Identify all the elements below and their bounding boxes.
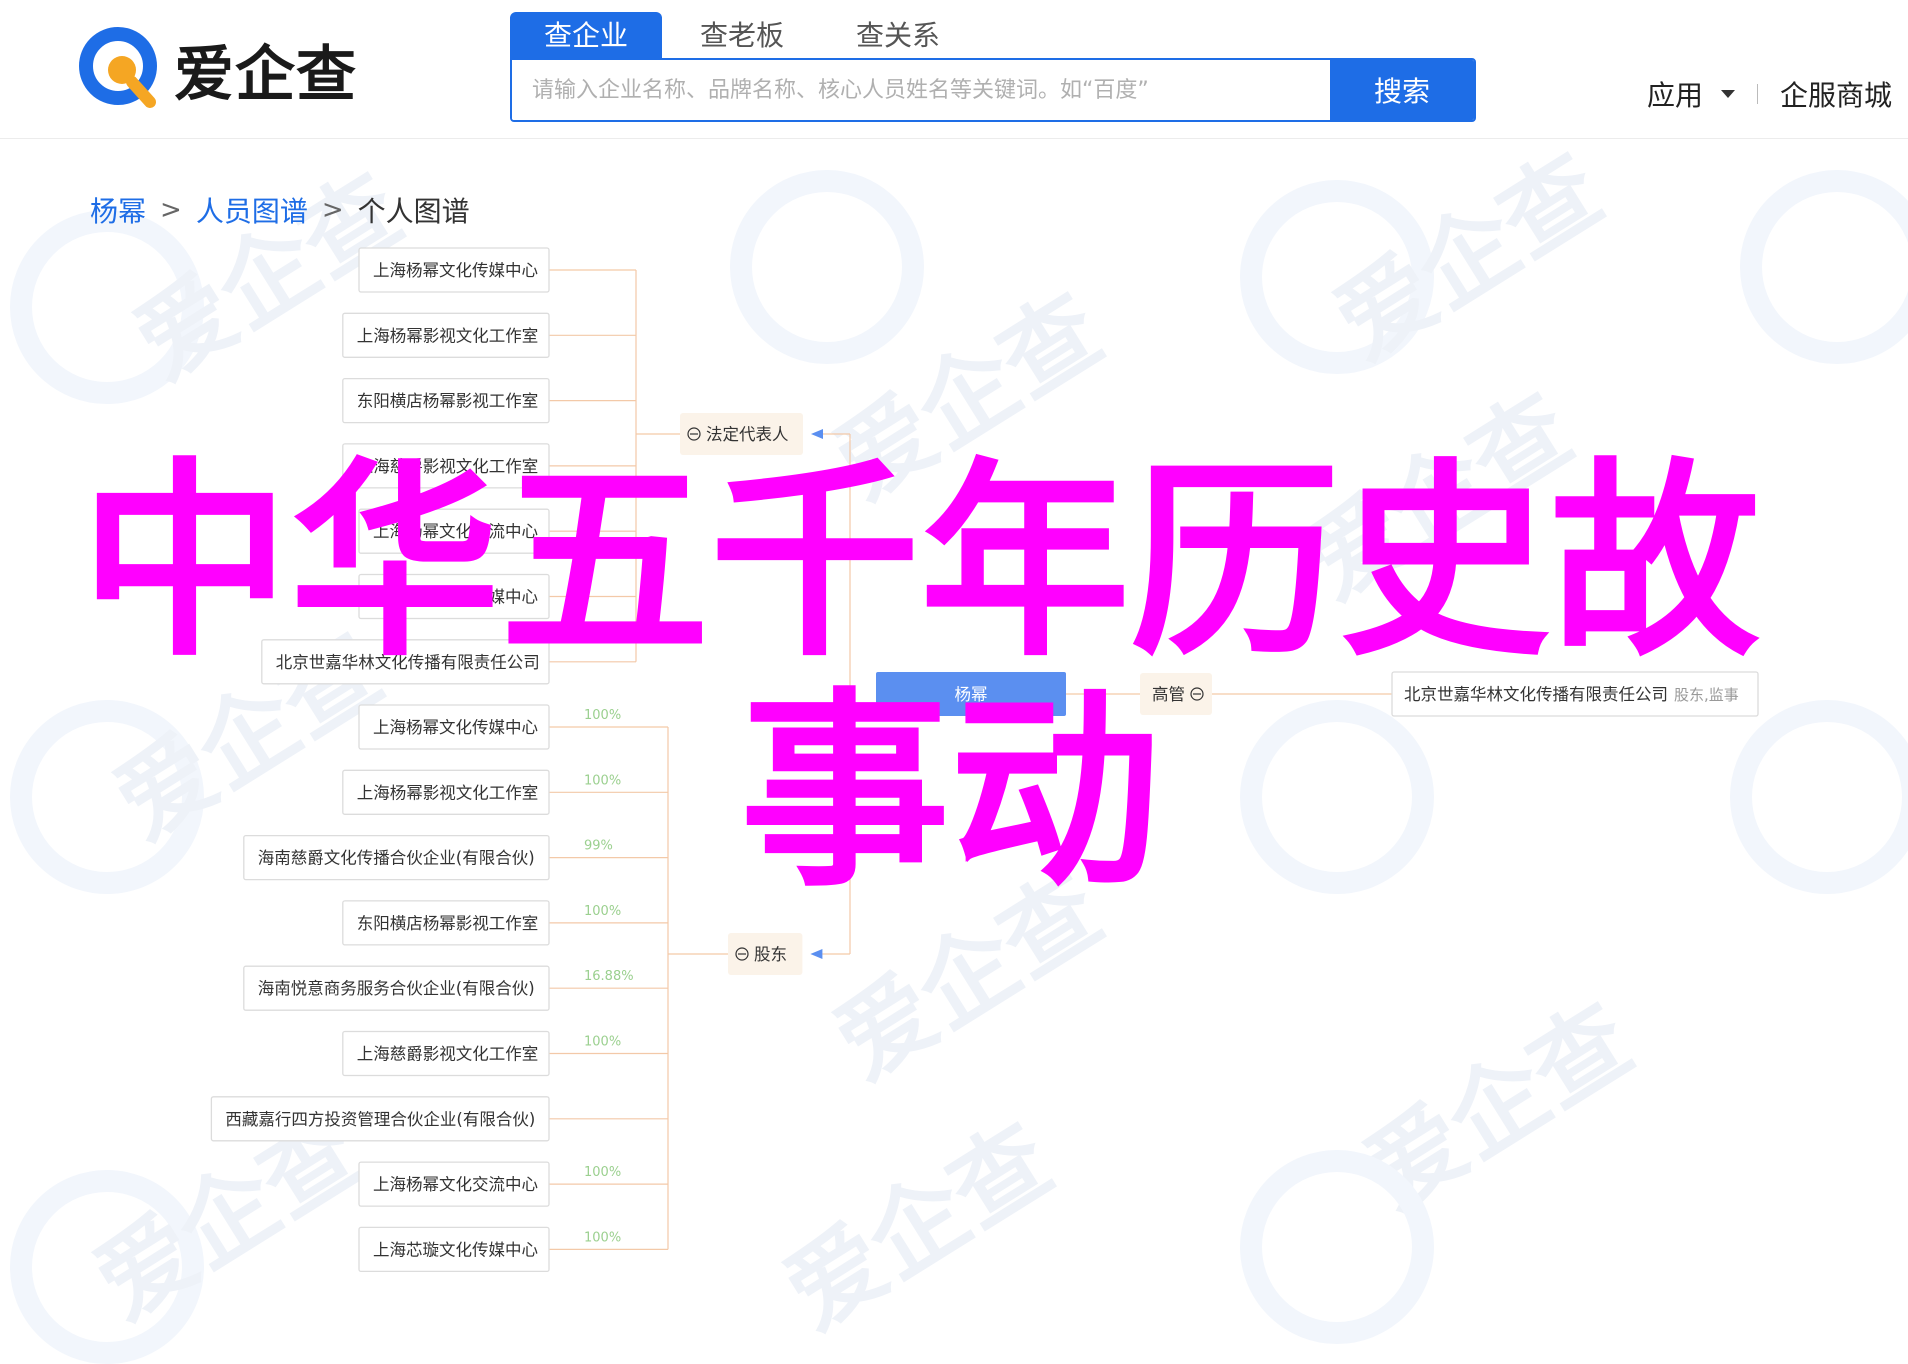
breadcrumb-people-graph[interactable]: 人员图谱 (196, 190, 308, 230)
search-box: 搜索 (510, 58, 1476, 122)
overlay-title-line2: 事动 (740, 670, 1161, 915)
company-name: 上海杨幂文化交流中心 (373, 1175, 538, 1194)
breadcrumb-person[interactable]: 杨幂 (90, 190, 146, 230)
apps-dropdown[interactable]: 应用 (1647, 74, 1735, 114)
company-name: 上海芯璇文化传媒中心 (373, 1240, 538, 1259)
shareholder-company-node[interactable]: 上海杨幂文化交流中心 (358, 1161, 550, 1207)
header-nav: 应用 企服商城 (1647, 74, 1892, 114)
shareholder-company-node[interactable]: 海南慈爵文化传播合伙企业(有限合伙) (243, 834, 550, 881)
company-name: 东阳横店杨幂影视工作室 (357, 392, 539, 411)
shareholder-company-node[interactable]: 海南悦意商务服务合伙企业(有限合伙) (243, 965, 550, 1011)
shareholder-company-node[interactable]: 西藏嘉行四方投资管理合伙企业(有限合伙) (210, 1096, 550, 1142)
share-percent-label: 100% (584, 708, 621, 723)
chevron-right-icon: > (321, 195, 344, 225)
company-name: 海南悦意商务服务合伙企业(有限合伙) (258, 979, 535, 998)
tab-search-company[interactable]: 查企业 (510, 12, 662, 58)
shareholder-company-node[interactable]: 上海慈爵影视文化工作室 (342, 1030, 550, 1077)
chevron-down-icon (1720, 90, 1735, 98)
category-label-text: 股东 (754, 945, 787, 964)
chevron-right-icon: > (160, 195, 182, 225)
company-name: 上海慈爵影视文化工作室 (357, 1045, 539, 1064)
site-logo[interactable]: 爱企查 (78, 24, 357, 114)
shareholder-company-node[interactable]: 上海芯璇文化传媒中心 (358, 1226, 550, 1273)
share-percent-label: 16.88% (584, 969, 634, 984)
legal-rep-company-node[interactable]: 东阳横店杨幂影视工作室 (342, 377, 550, 424)
breadcrumb-current: 个人图谱 (357, 195, 470, 228)
search-input[interactable] (512, 60, 1330, 120)
shareholder-company-node[interactable]: 上海杨幂文化传媒中心 (358, 704, 550, 750)
share-percent-label: 100% (584, 1165, 621, 1180)
search-button[interactable]: 搜索 (1330, 60, 1474, 120)
breadcrumb: 杨幂 > 人员图谱 > 个人图谱 (90, 190, 470, 230)
company-name: 上海杨幂文化传媒中心 (373, 718, 538, 737)
company-name: 上海杨幂影视文化工作室 (357, 783, 539, 802)
logo-q-icon (78, 26, 164, 112)
tab-search-relation[interactable]: 查关系 (822, 12, 974, 58)
overlay-title-line1: 中华五千年历史故 (80, 440, 1761, 685)
share-percent-label: 99% (584, 839, 613, 854)
company-name: 东阳横店杨幂影视工作室 (357, 914, 539, 933)
arrow-left-icon (811, 429, 823, 439)
shareholder-company-node[interactable]: 东阳横店杨幂影视工作室 (342, 900, 550, 946)
share-percent-label: 100% (584, 1230, 621, 1245)
company-name: 西藏嘉行四方投资管理合伙企业(有限合伙) (225, 1110, 535, 1129)
nav-divider (1756, 84, 1758, 104)
share-percent-label: 100% (584, 1035, 621, 1050)
company-name: 海南慈爵文化传播合伙企业(有限合伙) (258, 849, 535, 868)
arrow-left-icon (810, 949, 823, 959)
company-name: 上海杨幂影视文化工作室 (357, 326, 539, 345)
company-name: 上海杨幂文化传媒中心 (373, 261, 538, 280)
tab-search-boss[interactable]: 查老板 (666, 12, 818, 58)
search-area: 查企业 查老板 查关系 搜索 (510, 12, 1476, 122)
share-percent-label: 100% (584, 904, 621, 919)
legal-rep-company-node[interactable]: 上海杨幂文化传媒中心 (358, 247, 550, 293)
manager-roles: 股东,监事 (1674, 686, 1739, 704)
search-tabs: 查企业 查老板 查关系 (510, 12, 1476, 58)
top-header: 爱企查 查企业 查老板 查关系 搜索 应用 企服商城 (0, 0, 1908, 139)
mall-link[interactable]: 企服商城 (1780, 74, 1892, 114)
company-name: 北京世嘉华林文化传播有限责任公司 (1404, 685, 1668, 704)
logo-text: 爱企查 (174, 39, 357, 110)
shareholder-company-node[interactable]: 上海杨幂影视文化工作室 (342, 769, 550, 815)
category-shareholder[interactable]: 股东 (728, 933, 803, 975)
share-percent-label: 100% (584, 773, 621, 788)
apps-label: 应用 (1646, 79, 1703, 112)
legal-rep-company-node[interactable]: 上海杨幂影视文化工作室 (342, 312, 550, 358)
